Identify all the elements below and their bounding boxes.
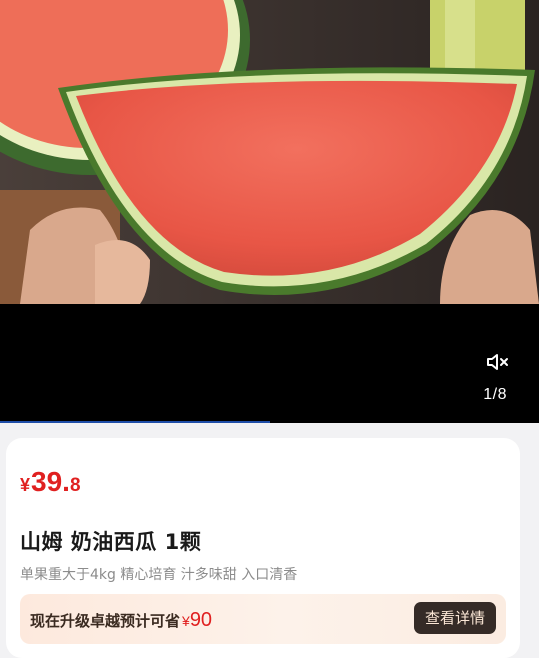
upgrade-savings-text: 现在升级卓越预计可省 ¥90 xyxy=(30,609,212,632)
membership-upgrade-banner[interactable]: 现在升级卓越预计可省 ¥90 查看详情 xyxy=(20,594,506,644)
price-decimal: 8 xyxy=(69,475,81,496)
media-progress-indicator xyxy=(0,421,270,423)
product-photo[interactable] xyxy=(0,0,539,304)
speaker-muted-icon xyxy=(487,354,508,370)
price-integer: 39. xyxy=(31,466,70,497)
savings-value: 90 xyxy=(189,609,213,631)
watermelon-illustration xyxy=(0,0,539,304)
product-info-card: ¥ 39. 8 山姆 奶油西瓜 1颗 单果重大于4kg 精心培育 汁多味甜 入口… xyxy=(6,438,520,658)
product-price: ¥ 39. 8 xyxy=(20,466,81,498)
image-counter: 1/8 xyxy=(483,386,507,403)
product-title: 山姆 奶油西瓜 1颗 xyxy=(20,530,202,554)
product-subtitle: 单果重大于4kg 精心培育 汁多味甜 入口清香 xyxy=(20,567,298,583)
mute-button[interactable] xyxy=(485,351,511,373)
price-currency-symbol: ¥ xyxy=(20,475,31,495)
savings-amount: ¥90 xyxy=(180,609,212,632)
product-media-gallery[interactable]: 1/8 xyxy=(0,0,539,423)
savings-currency-symbol: ¥ xyxy=(182,613,190,629)
upgrade-savings-label: 现在升级卓越预计可省 xyxy=(30,612,181,630)
view-details-button[interactable]: 查看详情 xyxy=(413,602,496,634)
